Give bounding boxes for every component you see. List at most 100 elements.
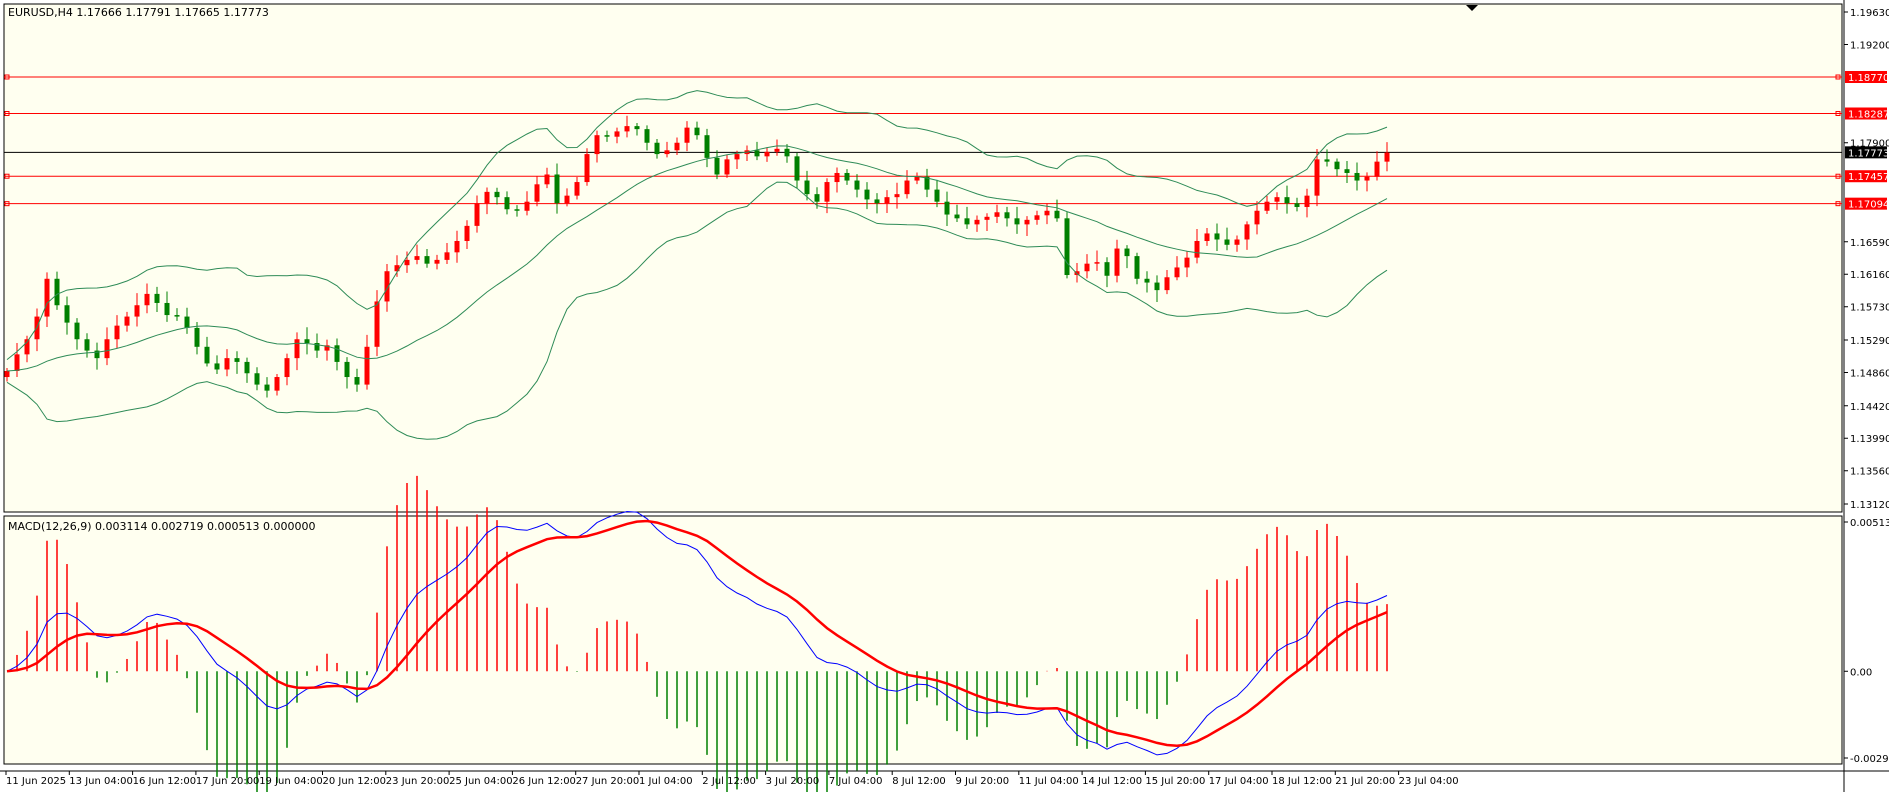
candle-body xyxy=(54,278,60,306)
candle-body xyxy=(1094,262,1100,264)
candle-body xyxy=(64,305,70,323)
candle-body xyxy=(804,180,810,195)
candle-body xyxy=(894,194,900,198)
candle-body xyxy=(1164,277,1170,291)
candle-body xyxy=(124,316,130,326)
candle-body xyxy=(1354,172,1360,181)
candle-body xyxy=(454,240,460,253)
price-tick-label: 1.15730 xyxy=(1850,303,1889,314)
candle-body xyxy=(884,197,890,204)
candle-body xyxy=(434,259,440,264)
candle-body xyxy=(1304,195,1310,207)
time-tick-label: 8 Jul 12:00 xyxy=(892,776,946,787)
candle-body xyxy=(464,225,470,241)
price-tick-label: 1.13560 xyxy=(1850,467,1889,478)
candle-body xyxy=(604,135,610,137)
candle-body xyxy=(1384,152,1390,162)
candle-body xyxy=(754,150,760,157)
candle-body xyxy=(1014,218,1020,225)
time-tick-label: 11 Jun 2025 xyxy=(6,776,66,787)
candle-body xyxy=(1324,159,1330,162)
candle-body xyxy=(824,182,830,202)
time-tick-label: 23 Jul 04:00 xyxy=(1399,776,1459,787)
candle-body xyxy=(1034,215,1040,220)
price-and-macd-chart[interactable]: 1.196301.192001.179001.165901.161601.157… xyxy=(0,0,1889,792)
candle-body xyxy=(694,127,700,136)
candle-body xyxy=(1224,239,1230,245)
candle-body xyxy=(1154,282,1160,291)
candle-body xyxy=(1244,224,1250,240)
price-tick-label: 1.14420 xyxy=(1850,402,1889,413)
candle-body xyxy=(494,191,500,198)
level-price-tag-label: 1.17457 xyxy=(1848,172,1889,183)
candle-body xyxy=(44,278,50,317)
candle-body xyxy=(1334,161,1340,170)
candle-body xyxy=(404,259,410,266)
candle-body xyxy=(264,384,270,391)
macd-header: MACD(12,26,9) 0.003114 0.002719 0.000513… xyxy=(8,520,315,533)
candle-body xyxy=(344,361,350,378)
candle-body xyxy=(974,219,980,225)
candle-body xyxy=(174,315,180,317)
time-tick-label: 25 Jun 04:00 xyxy=(449,776,513,787)
time-tick-label: 17 Jun 20:00 xyxy=(196,776,260,787)
candle-body xyxy=(1314,159,1320,196)
candle-body xyxy=(514,209,520,211)
candle-body xyxy=(544,174,550,185)
candle-body xyxy=(774,148,780,152)
symbol-header: EURUSD,H4 1.17666 1.17791 1.17665 1.1777… xyxy=(8,6,269,19)
mt4-chart-window[interactable]: 1.19630 1.19200 1.17900 1.16590 1.16160 1.157… xyxy=(0,0,1889,792)
candle-body xyxy=(614,131,620,137)
candle-body xyxy=(784,148,790,157)
candle-body xyxy=(584,154,590,183)
current-price-tag-label: 1.17773 xyxy=(1848,148,1889,159)
candle-body xyxy=(964,218,970,225)
candle-body xyxy=(1104,262,1110,276)
time-tick-label: 20 Jun 12:00 xyxy=(323,776,387,787)
candle-body xyxy=(1284,197,1290,204)
candle-body xyxy=(444,252,450,260)
candle-body xyxy=(144,293,150,306)
candle-body xyxy=(674,142,680,151)
candle-body xyxy=(1264,201,1270,211)
macd-tick-label: -0.002985 xyxy=(1850,754,1889,765)
level-price-tag-label: 1.18287 xyxy=(1848,109,1889,120)
candle-body xyxy=(874,199,880,204)
candle-body xyxy=(4,370,10,378)
candle-body xyxy=(814,194,820,202)
candle-body xyxy=(84,339,90,351)
candle-body xyxy=(1054,210,1060,219)
candle-body xyxy=(1234,239,1240,245)
candle-body xyxy=(984,216,990,220)
candle-body xyxy=(1194,240,1200,258)
candle-body xyxy=(374,301,380,347)
time-tick-label: 11 Jul 04:00 xyxy=(1019,776,1079,787)
candle-body xyxy=(1024,219,1030,225)
candle-body xyxy=(134,305,140,317)
time-tick-label: 14 Jul 12:00 xyxy=(1082,776,1142,787)
candle-body xyxy=(934,189,940,202)
candle-body xyxy=(354,377,360,385)
main-chart-area[interactable] xyxy=(3,3,1843,513)
price-tick-label: 1.16160 xyxy=(1850,270,1889,281)
candle-body xyxy=(644,129,650,143)
candle-body xyxy=(1364,176,1370,181)
candle-body xyxy=(244,361,250,374)
candle-body xyxy=(1294,203,1300,207)
candle-body xyxy=(14,354,20,371)
time-tick-label: 15 Jul 20:00 xyxy=(1145,776,1205,787)
time-tick-label: 3 Jul 20:00 xyxy=(766,776,820,787)
candle-body xyxy=(574,182,580,196)
candle-body xyxy=(1344,169,1350,173)
time-tick-label: 19 Jun 04:00 xyxy=(259,776,323,787)
candle-body xyxy=(704,135,710,158)
candle-body xyxy=(864,189,870,200)
candle-body xyxy=(194,327,200,347)
price-tick-label: 1.15290 xyxy=(1850,336,1889,347)
macd-tick-label: 0.005137 xyxy=(1850,518,1889,529)
candle-body xyxy=(284,358,290,378)
candle-body xyxy=(554,174,560,204)
candle-body xyxy=(1134,256,1140,279)
time-tick-label: 7 Jul 04:00 xyxy=(829,776,883,787)
macd-chart-area[interactable] xyxy=(3,515,1843,765)
